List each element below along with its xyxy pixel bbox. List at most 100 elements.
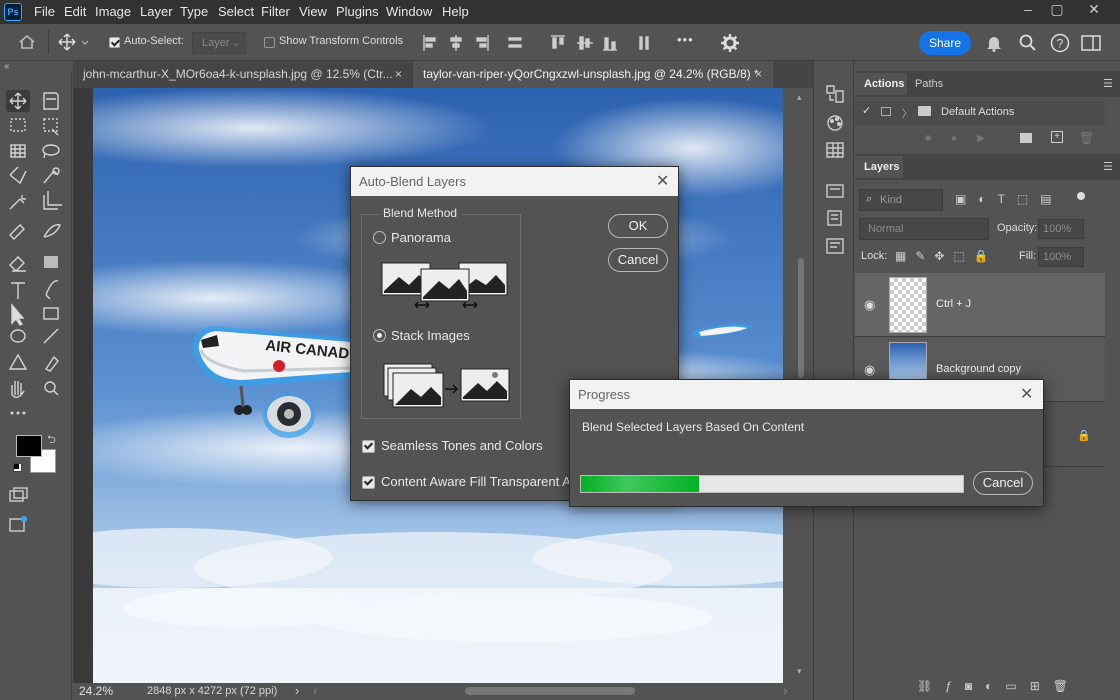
magic-wand-tool[interactable] (6, 194, 30, 218)
menu-file[interactable]: File (34, 0, 55, 24)
layers-menu-icon[interactable]: ☰ (1103, 160, 1113, 173)
ok-button[interactable]: OK (608, 214, 668, 238)
stack-images-label[interactable]: Stack Images (391, 328, 470, 343)
eye-icon[interactable]: ◉ (864, 362, 875, 378)
layer-footer-icons[interactable]: ⛓ƒ◙◐▭⊞🗑 (917, 679, 1081, 693)
menu-select[interactable]: Select (218, 0, 254, 24)
marquee-tool[interactable] (6, 116, 30, 140)
minimize-icon[interactable]: – (1012, 0, 1044, 20)
type-tool[interactable] (6, 272, 30, 296)
close-icon[interactable]: ✕ (656, 171, 669, 191)
zoom-level[interactable]: 24.2% (79, 684, 113, 698)
share-button[interactable]: Share (919, 31, 971, 55)
stack-images-radio[interactable] (373, 329, 386, 342)
move-tool[interactable] (6, 90, 30, 114)
screen-mode-icon[interactable] (9, 515, 29, 533)
libraries-panel-icon[interactable] (818, 207, 850, 231)
action-set-row[interactable]: ✓ 〉 Default Actions (855, 101, 1105, 125)
layer-name[interactable]: Background copy (936, 363, 1021, 375)
layer-filter-icons[interactable]: ▣◐T⬚▤ (955, 192, 1064, 206)
properties-panel-icon[interactable] (818, 181, 850, 205)
tab-taylor-van-riper[interactable]: taylor-van-riper-yQorCngxzwl-unsplash.jp… (413, 61, 773, 88)
paragraph-panel-icon[interactable] (818, 235, 850, 259)
close-icon[interactable]: × (395, 61, 402, 88)
new-action-icon[interactable]: + (1051, 131, 1063, 143)
layer-filter-kind[interactable]: ⌕ Kind (859, 189, 943, 211)
quick-selection-tool[interactable] (38, 168, 62, 192)
gradient-tool[interactable] (38, 246, 62, 270)
seamless-tones-checkbox[interactable] (362, 440, 375, 453)
filter-toggle-icon[interactable] (1077, 192, 1085, 200)
pen-tool[interactable] (38, 272, 62, 296)
workspace-icon[interactable] (1081, 34, 1101, 52)
bell-icon[interactable] (986, 34, 1002, 52)
frame-tool[interactable] (6, 142, 30, 166)
lock-icons[interactable]: ▦✎✥⬚🔒 (895, 249, 998, 263)
rectangle-tool[interactable] (38, 298, 62, 322)
cancel-button[interactable]: Cancel (608, 248, 668, 272)
eye-icon[interactable]: ◉ (864, 297, 875, 313)
layer-name[interactable]: Ctrl + J (936, 298, 971, 310)
close-window-icon[interactable]: ✕ (1078, 0, 1110, 20)
action-toggle-check-icon[interactable]: ✓ (862, 104, 871, 117)
zoom-tool[interactable] (38, 376, 62, 400)
opacity-input[interactable]: 100% (1038, 219, 1084, 239)
swap-colors-icon[interactable]: ⮌ (47, 431, 56, 450)
tab-john-mcarthur[interactable]: john-mcarthur-X_MOr6oa4-k-unsplash.jpg @… (73, 61, 411, 88)
swatches-panel-icon[interactable] (818, 139, 850, 163)
default-colors-icon[interactable] (13, 463, 22, 472)
auto-select-target-dropdown[interactable]: Layer ⌄ (192, 32, 246, 54)
scroll-up-icon[interactable]: ▴ (797, 92, 802, 103)
new-set-folder-icon[interactable] (1020, 133, 1032, 143)
menu-edit[interactable]: Edit (64, 0, 86, 24)
menu-layer[interactable]: Layer (140, 0, 173, 24)
line-tool[interactable] (38, 324, 62, 348)
scroll-down-icon[interactable]: ▾ (797, 666, 802, 677)
quick-mask-icon[interactable] (9, 487, 29, 503)
close-icon[interactable]: × (755, 61, 762, 88)
expand-chevron-icon[interactable]: 〉 (902, 105, 912, 120)
color-panel-icon[interactable] (818, 111, 850, 135)
help-icon[interactable]: ? (1050, 33, 1070, 53)
menu-plugins[interactable]: Plugins (336, 0, 379, 24)
scroll-left-icon[interactable]: ‹ (313, 683, 317, 698)
home-icon[interactable] (18, 34, 36, 50)
seamless-tones-label[interactable]: Seamless Tones and Colors (381, 438, 543, 453)
menu-window[interactable]: Window (386, 0, 432, 24)
blend-mode-dropdown[interactable]: Normal (859, 218, 989, 240)
paint-bucket-tool[interactable] (38, 350, 62, 374)
tab-actions[interactable]: Actions (855, 73, 907, 95)
ellipse-tool[interactable] (6, 324, 30, 348)
tab-layers[interactable]: Layers (855, 156, 903, 178)
close-icon[interactable]: ✕ (1020, 384, 1033, 404)
vertical-scroll-thumb[interactable] (798, 258, 804, 378)
menu-help[interactable]: Help (442, 0, 469, 24)
content-aware-label[interactable]: Content Aware Fill Transparent Areas (381, 474, 596, 489)
dialog-toggle-icon[interactable] (881, 107, 891, 116)
gear-icon[interactable] (721, 34, 739, 52)
lasso-tool[interactable] (38, 142, 62, 166)
history-panel-icon[interactable] (818, 81, 850, 105)
status-menu-arrow[interactable]: › (295, 683, 299, 698)
menu-filter[interactable]: Filter (261, 0, 290, 24)
brush-tool[interactable] (38, 220, 62, 244)
eraser-tool[interactable] (6, 246, 30, 270)
panorama-radio[interactable] (373, 231, 386, 244)
action-controls[interactable]: ■●▶ (925, 133, 1005, 144)
move-tool-options-icon[interactable] (58, 33, 88, 51)
progress-cancel-button[interactable]: Cancel (973, 471, 1033, 495)
search-icon[interactable] (1019, 34, 1037, 52)
edit-toolbar-icon[interactable] (6, 402, 30, 426)
layer-row[interactable]: ◉ Ctrl + J (855, 273, 1105, 337)
delete-action-icon[interactable]: 🗑 (1079, 131, 1094, 145)
content-aware-checkbox[interactable] (362, 476, 375, 489)
eyedropper-tool[interactable] (6, 220, 30, 244)
triangle-tool[interactable] (6, 350, 30, 374)
polygonal-lasso-tool[interactable] (6, 168, 30, 192)
path-selection-tool[interactable] (6, 298, 30, 322)
hand-tool[interactable] (6, 376, 30, 400)
menu-view[interactable]: View (299, 0, 327, 24)
crop-tool[interactable] (38, 194, 62, 218)
show-transform-checkbox[interactable] (264, 37, 275, 48)
fill-input[interactable]: 100% (1038, 247, 1084, 267)
